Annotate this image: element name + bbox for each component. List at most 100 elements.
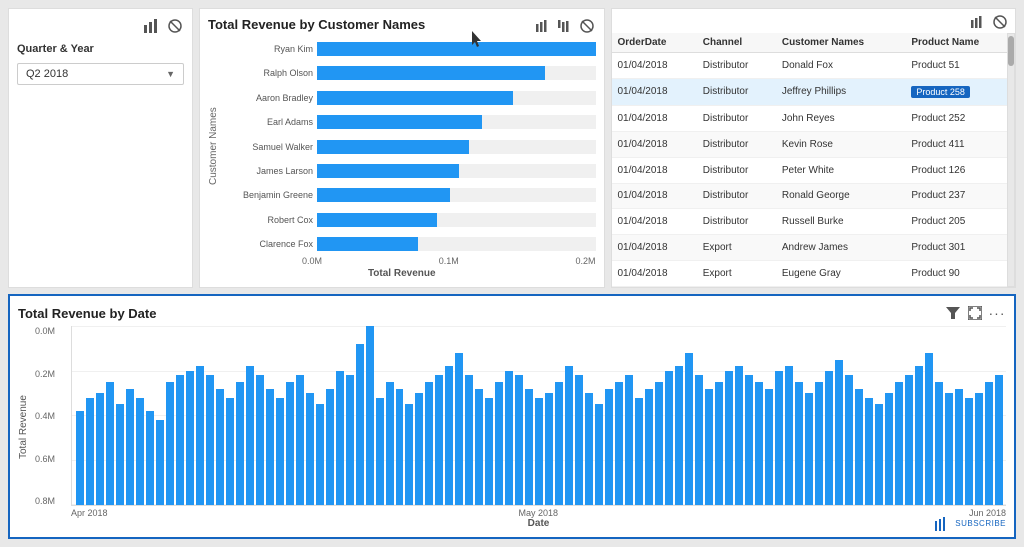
ts-bar bbox=[615, 382, 623, 505]
dashboard: Quarter & Year Q2 2018 ▼ Total Revenue b… bbox=[0, 0, 1024, 547]
ts-bar bbox=[316, 404, 324, 505]
ts-bar bbox=[106, 382, 114, 505]
table-row: 01/04/2018DistributorRonald GeorgeProduc… bbox=[612, 183, 1016, 209]
ts-bar bbox=[695, 375, 703, 505]
ts-bar bbox=[785, 366, 793, 505]
bar-label: Aaron Bradley bbox=[223, 93, 313, 103]
ts-bar bbox=[166, 382, 174, 505]
bar-track bbox=[317, 237, 596, 251]
ts-bar bbox=[445, 366, 453, 505]
table-cell: Kevin Rose bbox=[776, 131, 906, 157]
ts-bar bbox=[605, 389, 613, 505]
table-cell-product: Product 126 bbox=[905, 157, 1015, 183]
filter-dropdown[interactable]: Q2 2018 ▼ bbox=[17, 63, 184, 85]
expand-icon[interactable] bbox=[966, 304, 984, 322]
ts-bar bbox=[505, 371, 513, 505]
table-bar-icon[interactable] bbox=[969, 13, 987, 31]
bar-row: Robert Cox bbox=[223, 210, 596, 230]
ts-xaxis: Apr 2018May 2018Jun 2018 bbox=[71, 508, 1006, 518]
table-panel-icons bbox=[612, 9, 1016, 33]
filter-panel-icons bbox=[17, 17, 184, 35]
ts-bar bbox=[995, 375, 1003, 505]
ts-bar bbox=[985, 382, 993, 505]
timeseries-title: Total Revenue by Date bbox=[18, 306, 156, 321]
bar-label: Robert Cox bbox=[223, 215, 313, 225]
bar-label: Ryan Kim bbox=[223, 44, 313, 54]
ts-y-tick: 0.6M bbox=[35, 454, 67, 464]
table-row: 01/04/2018DistributorKevin RoseProduct 4… bbox=[612, 131, 1016, 157]
bar-track bbox=[317, 115, 596, 129]
bar-chart-no-icon[interactable] bbox=[578, 17, 596, 35]
chevron-down-icon: ▼ bbox=[166, 69, 175, 79]
table-scrollbar[interactable] bbox=[1007, 33, 1015, 287]
bar-track bbox=[317, 213, 596, 227]
ts-bar bbox=[955, 389, 963, 505]
ts-bar bbox=[86, 398, 94, 505]
ts-bar bbox=[735, 366, 743, 505]
table-cell: 01/04/2018 bbox=[612, 235, 697, 261]
table-cell: Andrew James bbox=[776, 235, 906, 261]
table-cell: Distributor bbox=[697, 78, 776, 105]
ts-bar bbox=[595, 404, 603, 505]
timeseries-y-label: Total Revenue bbox=[18, 326, 29, 529]
table-cell: Distributor bbox=[697, 209, 776, 235]
bar-row: James Larson bbox=[223, 161, 596, 181]
ts-bar bbox=[96, 393, 104, 505]
bar-row: Ralph Olson bbox=[223, 63, 596, 83]
table-cell-product: Product 237 bbox=[905, 183, 1015, 209]
ts-bar bbox=[915, 366, 923, 505]
ts-bar bbox=[935, 382, 943, 505]
bar-fill bbox=[317, 188, 450, 202]
subscribe-badge[interactable]: SUBSCRIBE bbox=[934, 517, 1006, 531]
ts-bar bbox=[625, 375, 633, 505]
bar-icon-1[interactable] bbox=[534, 17, 552, 35]
table-cell: 01/04/2018 bbox=[612, 53, 697, 79]
table-header-cell: OrderDate bbox=[612, 33, 697, 53]
bar-chart-y-label: Customer Names bbox=[208, 39, 219, 254]
table-no-icon[interactable] bbox=[991, 13, 1009, 31]
table-cell: John Reyes bbox=[776, 106, 906, 132]
scrollbar-thumb[interactable] bbox=[1008, 36, 1014, 66]
ts-bar bbox=[176, 375, 184, 505]
ts-bar bbox=[855, 389, 863, 505]
filter-icon[interactable] bbox=[944, 304, 962, 322]
filter-title: Quarter & Year bbox=[17, 43, 184, 55]
ts-bar bbox=[236, 382, 244, 505]
bar-icon-2[interactable] bbox=[556, 17, 574, 35]
table-cell-product: Product 51 bbox=[905, 53, 1015, 79]
bar-row: Samuel Walker bbox=[223, 137, 596, 157]
table-row: 01/04/2018DistributorJohn ReyesProduct 2… bbox=[612, 106, 1016, 132]
data-table: OrderDateChannelCustomer NamesProduct Na… bbox=[612, 33, 1016, 287]
ts-bar bbox=[515, 375, 523, 505]
ts-bar bbox=[765, 389, 773, 505]
table-cell: Donald Fox bbox=[776, 53, 906, 79]
ts-bar bbox=[555, 382, 563, 505]
ts-bar bbox=[386, 382, 394, 505]
bar-row: Clarence Fox bbox=[223, 234, 596, 254]
ts-bar bbox=[705, 389, 713, 505]
table-cell: Export bbox=[697, 261, 776, 287]
more-icon[interactable]: ··· bbox=[988, 304, 1006, 322]
ts-xaxis-container: Apr 2018May 2018Jun 2018 bbox=[71, 506, 1006, 518]
table-cell-product: Product 205 bbox=[905, 209, 1015, 235]
bar-label: Benjamin Greene bbox=[223, 190, 313, 200]
ts-bar bbox=[885, 393, 893, 505]
table-cell: Eugene Gray bbox=[776, 261, 906, 287]
ts-y-axis: 0.8M0.6M0.4M0.2M0.0M bbox=[35, 326, 71, 506]
ts-bar bbox=[545, 393, 553, 505]
ts-bar bbox=[455, 353, 463, 505]
ts-bar bbox=[485, 398, 493, 505]
bar-fill bbox=[317, 140, 469, 154]
bar-chart-icon[interactable] bbox=[142, 17, 160, 35]
ts-bar bbox=[266, 389, 274, 505]
ts-bar bbox=[465, 375, 473, 505]
table-header-cell: Channel bbox=[697, 33, 776, 53]
table-cell: 01/04/2018 bbox=[612, 106, 697, 132]
ts-bar bbox=[755, 382, 763, 505]
table-row: 01/04/2018ExportEugene GrayProduct 90 bbox=[612, 261, 1016, 287]
table-cell: Russell Burke bbox=[776, 209, 906, 235]
bar-chart-icons bbox=[534, 17, 596, 35]
ts-bar bbox=[146, 411, 154, 505]
ts-bar bbox=[655, 382, 663, 505]
no-data-icon[interactable] bbox=[166, 17, 184, 35]
